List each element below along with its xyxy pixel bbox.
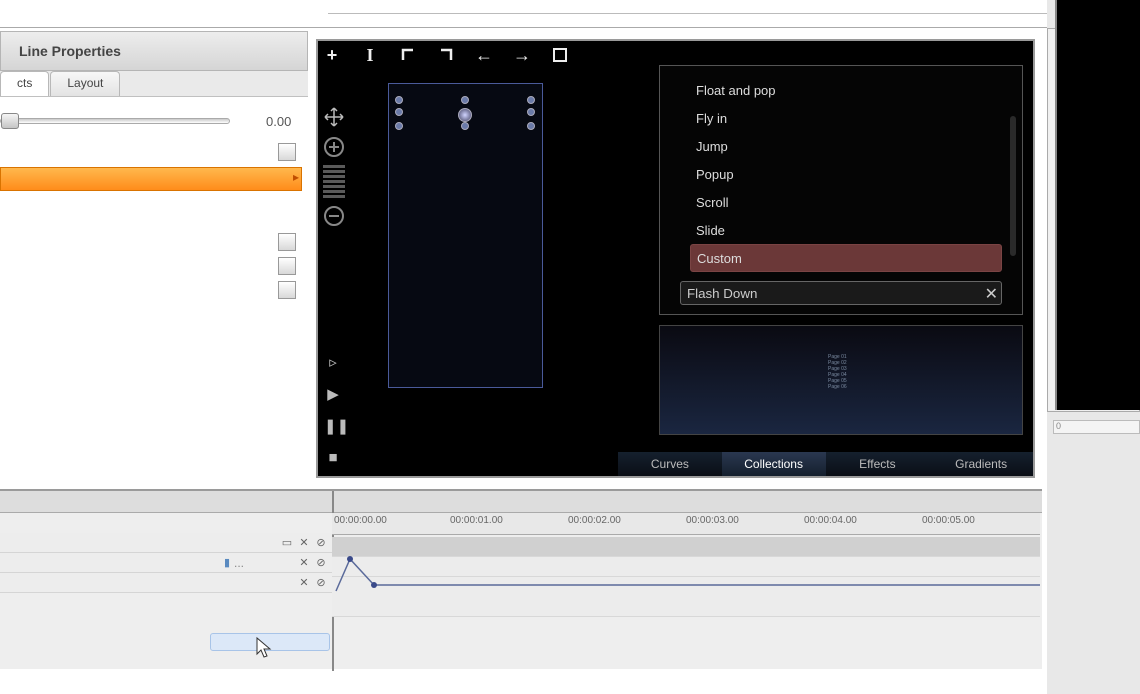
dark-canvas-area: + I ← → ▹ <box>316 39 1035 478</box>
timeline-header <box>0 491 1042 513</box>
close-icon[interactable]: ✕ <box>297 536 311 550</box>
effect-custom[interactable]: Custom <box>690 244 1002 272</box>
tab-effects[interactable]: Effects <box>826 452 930 476</box>
add-icon[interactable]: + <box>322 45 342 65</box>
slider-value: 0.00 <box>266 114 291 129</box>
preview-thumb: Page 01Page 02Page 03Page 04Page 05Page … <box>828 354 847 390</box>
text-cursor-icon[interactable]: I <box>360 45 380 65</box>
selection-box[interactable] <box>395 96 535 132</box>
time-mark: 00:00:03.00 <box>686 515 739 526</box>
effects-scrollbar[interactable] <box>1010 116 1016 256</box>
props-body: 0.00 <box>0 97 308 303</box>
panel-title: Line Properties <box>0 31 308 71</box>
effect-name-input[interactable] <box>680 281 1002 305</box>
stage-preview[interactable] <box>388 83 543 388</box>
tab-curves[interactable]: Curves <box>618 452 722 476</box>
step-forward-icon[interactable]: ▹ <box>324 353 342 371</box>
time-mark: 00:00:04.00 <box>804 515 857 526</box>
tab-collections[interactable]: Collections <box>722 452 826 476</box>
arrow-right-icon[interactable]: → <box>512 45 532 65</box>
top-toolbar: ▾ <box>0 0 1140 28</box>
effect-preview: Page 01Page 02Page 03Page 04Page 05Page … <box>659 325 1023 435</box>
time-mark: 00:00:02.00 <box>568 515 621 526</box>
layer-row[interactable]: ▮ ... ✕ ⊘ <box>0 553 332 573</box>
slider-thumb[interactable] <box>1 113 19 129</box>
stop-icon[interactable]: ■ <box>324 449 342 466</box>
playback-controls: ▹ ▶ ❚❚ ■ <box>324 353 342 466</box>
keyframe-curve[interactable] <box>332 555 1042 605</box>
layer-row[interactable]: ✕ ⊘ <box>0 573 332 593</box>
layers-column: ▭ ✕ ⊘ ▮ ... ✕ ⊘ ✕ ⊘ <box>0 533 332 593</box>
track[interactable] <box>332 537 1040 557</box>
canvas-sidebar <box>322 105 346 228</box>
effect-scroll[interactable]: Scroll <box>690 188 1002 216</box>
pause-icon[interactable]: ❚❚ <box>324 417 342 435</box>
main-container: Line Properties cts Layout 0.00 + I <box>0 31 1043 486</box>
panel-icon[interactable] <box>278 281 296 299</box>
arrow-left-icon[interactable]: ← <box>474 45 494 65</box>
effects-panel: Float and pop Fly in Jump Popup Scroll S… <box>659 65 1023 315</box>
time-mark: 00:00:00.00 <box>334 515 387 526</box>
cursor-pointer-icon <box>255 636 275 667</box>
effect-jump[interactable]: Jump <box>690 132 1002 160</box>
stop-square-icon[interactable] <box>550 45 570 65</box>
effect-fly-in[interactable]: Fly in <box>690 104 1002 132</box>
panel-icon[interactable] <box>278 233 296 251</box>
layer-item-icon: ▮ <box>220 556 234 570</box>
effect-name-wrap: ✕ <box>680 281 1002 305</box>
zoom-in-icon[interactable] <box>322 135 346 159</box>
canvas-toolbar: + I ← → <box>322 45 570 65</box>
time-mark: 00:00:01.00 <box>450 515 503 526</box>
disable-icon[interactable]: ⊘ <box>314 556 328 570</box>
corner-tl-icon[interactable] <box>398 45 418 65</box>
zoom-out-icon[interactable] <box>322 204 346 228</box>
play-icon[interactable]: ▶ <box>324 385 342 403</box>
move-icon[interactable] <box>322 105 346 129</box>
disable-icon[interactable]: ⊘ <box>314 536 328 550</box>
panel-icon[interactable] <box>278 143 296 161</box>
slider-track[interactable] <box>0 118 230 124</box>
tab-gradients[interactable]: Gradients <box>929 452 1033 476</box>
properties-panel: Line Properties cts Layout 0.00 <box>0 31 308 486</box>
orange-property-bar[interactable] <box>0 167 302 191</box>
tab-layout[interactable]: Layout <box>50 71 120 96</box>
timeline: 00:00:00.00 00:00:01.00 00:00:02.00 00:0… <box>0 489 1042 669</box>
clear-icon[interactable]: ✕ <box>985 284 998 304</box>
canvas-panel: + I ← → ▹ <box>308 31 1043 486</box>
time-ruler[interactable]: 00:00:00.00 00:00:01.00 00:00:02.00 00:0… <box>332 513 1040 535</box>
effect-slide[interactable]: Slide <box>690 216 1002 244</box>
panel-icon[interactable] <box>278 257 296 275</box>
effects-list: Float and pop Fly in Jump Popup Scroll S… <box>660 66 1022 281</box>
tab-effects[interactable]: cts <box>0 71 49 96</box>
collapse-icon[interactable]: ▭ <box>280 536 294 550</box>
collection-tabs: Curves Collections Effects Gradients <box>618 452 1033 476</box>
disable-icon[interactable]: ⊘ <box>314 576 328 590</box>
time-mark: 00:00:05.00 <box>922 515 975 526</box>
level-indicator <box>323 165 345 198</box>
right-side-strip: 0 <box>1047 0 1140 694</box>
panel-tabs: cts Layout <box>0 71 308 97</box>
close-icon[interactable]: ✕ <box>297 556 311 570</box>
effect-popup[interactable]: Popup <box>690 160 1002 188</box>
secondary-preview <box>1055 0 1140 410</box>
corner-tr-icon[interactable] <box>436 45 456 65</box>
close-icon[interactable]: ✕ <box>297 576 311 590</box>
layer-row[interactable]: ▭ ✕ ⊘ <box>0 533 332 553</box>
zoom-value: 0 <box>1053 420 1140 434</box>
effect-float-and-pop[interactable]: Float and pop <box>690 76 1002 104</box>
slider-row: 0.00 <box>0 107 302 135</box>
